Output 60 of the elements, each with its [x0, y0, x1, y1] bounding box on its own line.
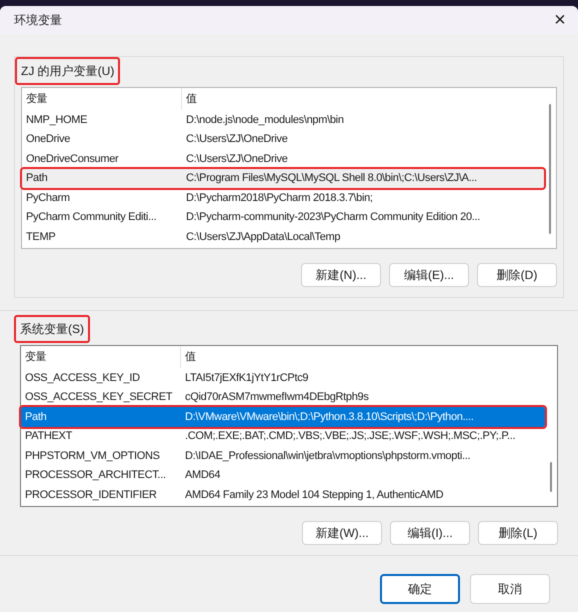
close-button[interactable]: × [548, 8, 572, 32]
variable-name: PROCESSOR_IDENTIFIER [24, 488, 158, 502]
table-row[interactable]: PROCESSOR_IDENTIFIER AMD64 Family 23 Model 104 Stepping 1, AuthenticAMD [21, 485, 545, 504]
table-row[interactable]: OSS_ACCESS_KEY_ID LTAI5t7jEXfK1jYtY1rCPtc9 [21, 368, 545, 388]
action-button[interactable]: 新建(N)... [301, 263, 381, 287]
variable-value: C:\Users\ZJ\AppData\Local\Temp [185, 230, 342, 244]
variable-value: D:\Pycharm-community-2023\PyCharm Community Edition 20... [185, 210, 482, 225]
variable-name: OneDrive [25, 132, 72, 147]
variable-name: OSS_ACCESS_KEY_ID [24, 370, 141, 386]
table-row[interactable]: NMP_HOME D:\node.js\node_modules\npm\bin [22, 110, 544, 130]
variable-value: D:\Pycharm2018\PyCharm 2018.3.7\bin; [185, 190, 374, 206]
table-row[interactable]: PROCESSOR_ARCHITECT... AMD64 [21, 466, 545, 485]
action-button[interactable]: 新建(W)... [302, 521, 382, 545]
action-button[interactable]: 编辑(I)... [390, 521, 470, 545]
group-title: ZJ 的用户变量(U) [15, 57, 120, 85]
column-header[interactable]: 值 [182, 88, 544, 110]
scrollbar-thumb[interactable] [550, 462, 552, 492]
table-row[interactable]: OneDriveConsumer C:\Users\ZJ\OneDrive [22, 149, 544, 168]
variable-value: LTAI5t7jEXfK1jYtY1rCPtc9 [184, 370, 310, 386]
table-row[interactable]: Path C:\Program Files\MySQL\MySQL Shell 8.0\bin\;C:\Users\ZJ\A... [22, 168, 544, 188]
table-row[interactable]: PHPSTORM_VM_OPTIONS D:\IDAE_Professional\win\jetbra\vmoptions\phpstorm.vmopti... [21, 446, 545, 466]
variable-value: D:\IDAE_Professional\win\jetbra\vmoptions\phpstorm.vmopti... [184, 448, 472, 464]
variable-value: C:\Program Files\MySQL\MySQL Shell 8.0\bin\;C:\Users\ZJ\A... [185, 171, 478, 186]
variable-name: PyCharm Community Editi... [25, 210, 158, 225]
dialog-button[interactable]: 确定 [380, 574, 460, 604]
table-row[interactable]: PyCharm Community Editi... D:\Pycharm-community-2023\PyCharm Community Edition 20... [22, 208, 544, 227]
variable-value: C:\Users\ZJ\OneDrive [185, 152, 289, 166]
table-row[interactable]: Path D:\VMware\VMware\bin\;D:\Python.3.8.10\Scripts\;D:\Python.... [21, 407, 545, 426]
action-button[interactable]: 删除(D) [477, 263, 557, 287]
variable-value: D:\VMware\VMware\bin\;D:\Python.3.8.10\Scripts\;D:\Python.... [184, 410, 475, 424]
variable-name: NMP_HOME [25, 112, 88, 128]
variable-value: cQid70rASM7mwmefIwm4DEbgRtph9s [184, 390, 370, 405]
variable-name: Path [25, 171, 48, 186]
table-row[interactable]: PATHEXT .COM;.EXE;.BAT;.CMD;.VBS;.VBE;.JS;.JSE;.WSF;.WSH;.MSC;.PY;.P... [21, 426, 545, 446]
variable-value: C:\Users\ZJ\OneDrive [185, 132, 289, 147]
group-title: 系统变量(S) [14, 315, 90, 343]
variable-name: PHPSTORM_VM_OPTIONS [24, 448, 161, 464]
column-header[interactable]: 变量 [21, 346, 181, 368]
table-row[interactable]: OSS_ACCESS_KEY_SECRET cQid70rASM7mwmefIwm4DEbgRtph9s [21, 388, 545, 407]
table-row[interactable]: TEMP C:\Users\ZJ\AppData\Local\Temp [22, 227, 544, 246]
variable-name: Path [24, 410, 48, 424]
variable-name: TEMP [25, 230, 56, 244]
action-button[interactable]: 删除(L) [478, 521, 558, 545]
action-button[interactable]: 编辑(E)... [389, 263, 469, 287]
variable-name: PyCharm [25, 190, 71, 206]
variable-name: OSS_ACCESS_KEY_SECRET [24, 390, 174, 405]
table-row[interactable]: PyCharm D:\Pycharm2018\PyCharm 2018.3.7\bin; [22, 188, 544, 208]
variable-name: PROCESSOR_ARCHITECT... [24, 468, 167, 483]
variable-name: PATHEXT [24, 429, 74, 444]
variable-value: AMD64 Family 23 Model 104 Stepping 1, AuthenticAMD [184, 488, 444, 502]
column-header[interactable]: 值 [181, 346, 545, 368]
scrollbar-thumb[interactable] [549, 104, 551, 234]
variable-value: D:\node.js\node_modules\npm\bin [185, 112, 345, 128]
variable-value: AMD64 [184, 468, 222, 483]
variable-value: .COM;.EXE;.BAT;.CMD;.VBS;.VBE;.JS;.JSE;.WSF;.WSH;.MSC;.PY;.P... [184, 429, 516, 444]
dialog-button[interactable]: 取消 [470, 574, 550, 604]
window-title: 环境变量 [14, 12, 62, 29]
table-row[interactable]: OneDrive C:\Users\ZJ\OneDrive [22, 130, 544, 149]
column-header[interactable]: 变量 [22, 88, 182, 110]
variable-name: OneDriveConsumer [25, 152, 120, 166]
